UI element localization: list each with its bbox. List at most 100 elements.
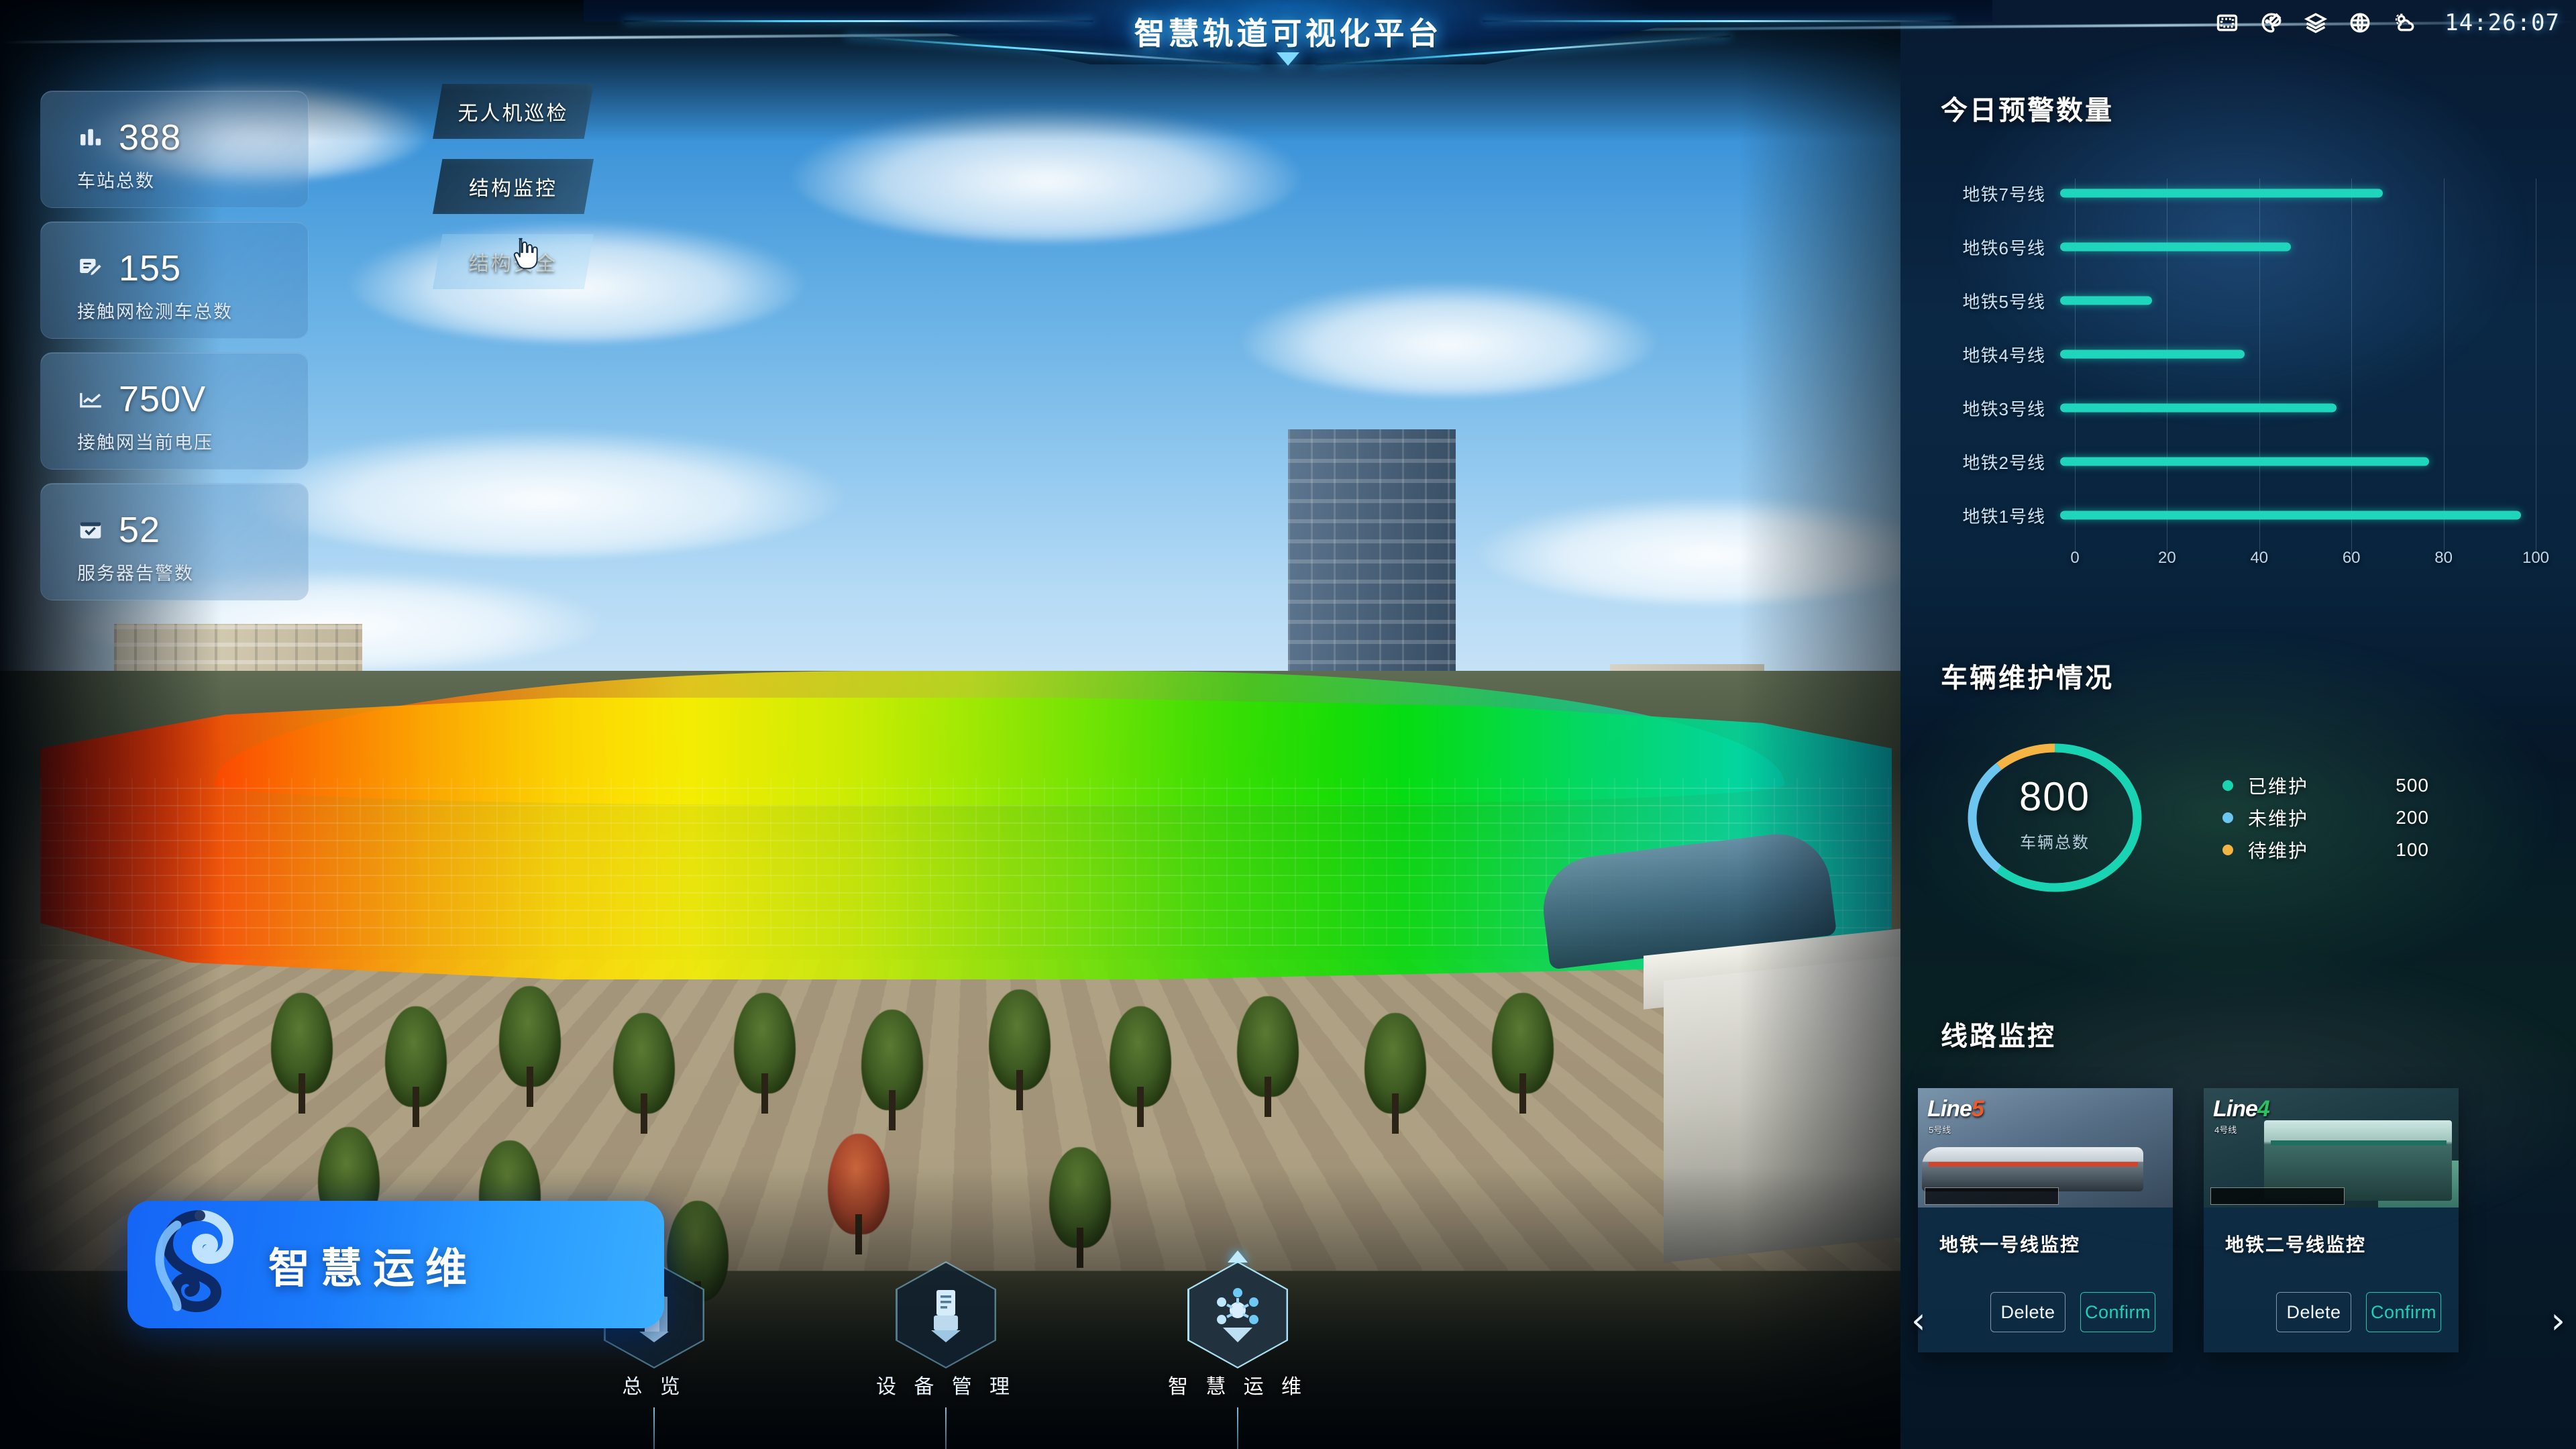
line-monitoring-title: 线路监控: [1941, 1022, 2056, 1051]
bar-fill: [2060, 189, 2383, 198]
carousel-prev-button[interactable]: ‹: [1911, 1303, 1926, 1339]
line-monitor-card[interactable]: Line4 4号线 地铁二号线监控 Delete Confirm: [2204, 1088, 2459, 1352]
calendar-alert-icon: [77, 517, 104, 543]
carousel-next-button[interactable]: ›: [2551, 1303, 2565, 1339]
bar-track: [2060, 220, 2536, 274]
header-toolbar: 14:26:07: [2214, 9, 2560, 36]
legend-value: 500: [2396, 775, 2429, 796]
thumbnail-line-sub: 5号线: [1929, 1125, 1951, 1135]
kpi-label: 车站总数: [77, 171, 155, 191]
bar-chart-row[interactable]: 地铁2号线: [1900, 435, 2576, 488]
donut-center: 800 车辆总数: [1974, 773, 2135, 853]
bottom-navigation: 总 览 设 备 管 理 智 慧 运 维: [577, 1250, 1315, 1449]
line-monitor-name: 地铁二号线监控: [2225, 1234, 2367, 1255]
cloud: [792, 107, 1301, 241]
kpi-card-voltage[interactable]: 750V 接触网当前电压: [40, 352, 309, 470]
brand-logo-icon: [127, 1201, 268, 1328]
legend-color-dot: [2222, 845, 2233, 855]
bar-chart-row[interactable]: 地铁6号线: [1900, 220, 2576, 274]
bar-chart-x-axis: 0 20 40 60 80 100: [2060, 542, 2549, 576]
legend-label: 未维护: [2248, 808, 2309, 829]
bar-track: [2060, 381, 2536, 435]
kpi-card-stations[interactable]: 388 车站总数: [40, 91, 309, 208]
maintenance-section: 车辆维护情况 800 车辆总数 已维护 500 未维护 200 待维护 100: [1900, 656, 2576, 911]
line-monitor-thumbnail: Line4 4号线: [2204, 1088, 2459, 1208]
nav-stem: [945, 1407, 947, 1449]
nav-label: 总 览: [622, 1376, 686, 1398]
nav-item-device-management[interactable]: 设 备 管 理: [869, 1261, 1023, 1449]
brand-label: 智慧运维: [268, 1246, 478, 1292]
kpi-card-inspection-vehicles[interactable]: 155 接触网检测车总数: [40, 221, 309, 339]
legend-label: 已维护: [2248, 776, 2309, 797]
thumbnail-info-strip: [1925, 1187, 2059, 1205]
scene-action-menu: 无人机巡检 结构监控 结构安全: [433, 84, 594, 289]
bar-fill: [2060, 511, 2521, 520]
bar-chart-row[interactable]: 地铁3号线: [1900, 381, 2576, 435]
nav-label: 设 备 管 理: [875, 1376, 1016, 1398]
legend-row[interactable]: 待维护 100: [2222, 834, 2429, 866]
nav-stem: [1237, 1407, 1238, 1449]
screenshot-icon[interactable]: [2214, 9, 2241, 36]
right-side-panel: 今日预警数量 地铁7号线地铁6号线地铁5号线地铁4号线地铁3号线地铁2号线地铁1…: [1900, 0, 2576, 1449]
legend-value: 200: [2396, 807, 2429, 828]
bar-chart-row[interactable]: 地铁1号线: [1900, 488, 2576, 542]
bar-track: [2060, 274, 2536, 327]
confirm-button[interactable]: Confirm: [2080, 1292, 2155, 1332]
kpi-card-server-alarms[interactable]: 52 服务器告警数: [40, 483, 309, 600]
delete-button[interactable]: Delete: [2276, 1292, 2351, 1332]
layers-icon[interactable]: [2302, 9, 2329, 36]
donut-center-value: 800: [2019, 773, 2091, 819]
kpi-card-list: 388 车站总数 155 接触网检测车总数 750V 接触网当前电压 52 服务…: [40, 91, 309, 600]
kpi-value: 750V: [119, 379, 207, 419]
brand-banner[interactable]: 智慧运维: [127, 1201, 664, 1328]
x-axis-tick: 40: [2250, 549, 2269, 567]
delete-button[interactable]: Delete: [1990, 1292, 2065, 1332]
scene-button-drone-inspection[interactable]: 无人机巡检: [433, 84, 594, 139]
bar-track: [2060, 435, 2536, 488]
nav-label: 智 慧 运 维: [1167, 1376, 1307, 1398]
bar-chart-row[interactable]: 地铁5号线: [1900, 274, 2576, 327]
scene-button-structure-monitoring[interactable]: 结构监控: [433, 159, 594, 214]
maintenance-title: 车辆维护情况: [1941, 663, 2114, 693]
legend-row[interactable]: 已维护 500: [2222, 769, 2429, 802]
bar-category-label: 地铁2号线: [1962, 452, 2045, 473]
x-axis-tick: 80: [2434, 549, 2453, 567]
line-monitor-card[interactable]: Line5 5号线 地铁一号线监控 Delete Confirm: [1918, 1088, 2173, 1352]
bar-fill: [2060, 350, 2245, 359]
bar-track: [2060, 166, 2536, 220]
line-chart-icon: [77, 386, 104, 413]
scene-button-label: 结构监控: [469, 178, 557, 200]
bar-chart-row[interactable]: 地铁7号线: [1900, 166, 2576, 220]
donut-legend: 已维护 500 未维护 200 待维护 100: [2222, 769, 2429, 866]
bar-category-label: 地铁4号线: [1962, 345, 2045, 366]
system-clock: 14:26:07: [2445, 9, 2560, 36]
palette-icon[interactable]: [2258, 9, 2285, 36]
confirm-button[interactable]: Confirm: [2366, 1292, 2441, 1332]
scene-button-label: 无人机巡检: [458, 103, 569, 125]
bar-track: [2060, 488, 2536, 542]
kpi-value: 155: [119, 248, 182, 288]
alerts-title: 今日预警数量: [1941, 96, 2114, 125]
legend-color-dot: [2222, 812, 2233, 823]
thumbnail-line-badge: Line4: [2213, 1096, 2270, 1122]
legend-color-dot: [2222, 780, 2233, 791]
bar-category-label: 地铁6号线: [1962, 237, 2045, 258]
bar-chart-icon: [77, 124, 104, 151]
weather-icon[interactable]: [2391, 9, 2418, 36]
thumbnail-line-sub: 4号线: [2214, 1125, 2237, 1135]
x-axis-tick: 60: [2342, 549, 2361, 567]
alerts-bar-chart: 地铁7号线地铁6号线地铁5号线地铁4号线地铁3号线地铁2号线地铁1号线: [1900, 166, 2576, 559]
line-monitor-thumbnail: Line5 5号线: [1918, 1088, 2173, 1208]
legend-row[interactable]: 未维护 200: [2222, 802, 2429, 834]
legend-label: 待维护: [2248, 841, 2309, 861]
bar-category-label: 地铁7号线: [1962, 184, 2045, 205]
bar-category-label: 地铁1号线: [1962, 506, 2045, 527]
bar-chart-row[interactable]: 地铁4号线: [1900, 327, 2576, 381]
kpi-label: 接触网当前电压: [77, 433, 213, 453]
bar-fill: [2060, 457, 2429, 466]
dashboard-root: 智慧轨道可视化平台 14:26:07 388 车站总数 155 接触网检测车总数…: [0, 0, 2576, 1449]
scene-button-structure-safety[interactable]: 结构安全: [433, 234, 594, 289]
nav-item-smart-ops[interactable]: 智 慧 运 维: [1161, 1250, 1315, 1449]
kpi-value: 52: [119, 510, 161, 550]
globe-icon[interactable]: [2347, 9, 2373, 36]
